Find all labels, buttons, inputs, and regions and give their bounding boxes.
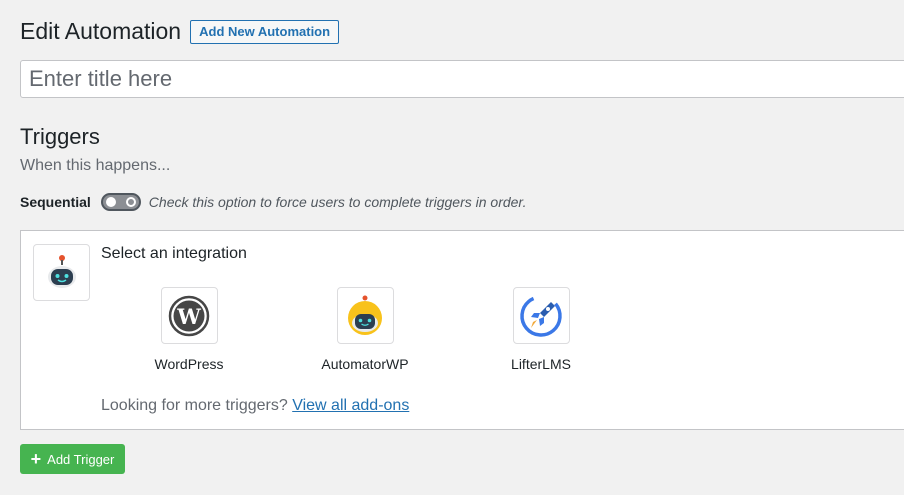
view-all-addons-link[interactable]: View all add-ons <box>292 397 409 414</box>
sequential-toggle[interactable] <box>100 193 141 211</box>
trigger-panel: Select an integration W WordPress Automa… <box>20 230 904 430</box>
integration-automatorwp[interactable]: AutomatorWP <box>300 287 430 372</box>
add-trigger-button[interactable]: + Add Trigger <box>20 444 125 474</box>
add-new-automation-button[interactable]: Add New Automation <box>190 19 340 44</box>
automatorwp-robot-icon <box>348 295 382 335</box>
robot-avatar-icon <box>33 244 90 301</box>
lifterlms-rocket-icon <box>520 294 562 337</box>
sequential-row: Sequential Check this option to force us… <box>20 193 526 211</box>
automation-title-input[interactable] <box>20 60 904 98</box>
integration-label: LifterLMS <box>511 356 571 372</box>
toggle-off-indicator-icon <box>125 197 136 207</box>
sequential-label: Sequential <box>20 194 91 210</box>
integration-wordpress[interactable]: W WordPress <box>124 287 254 372</box>
icon-box <box>512 287 570 344</box>
triggers-subtitle: When this happens... <box>20 157 171 174</box>
svg-text:W: W <box>176 304 201 329</box>
integration-label: WordPress <box>154 356 224 372</box>
integration-lifterlms[interactable]: LifterLMS <box>476 287 606 372</box>
wordpress-icon: W <box>168 295 210 336</box>
more-triggers-text: Looking for more triggers? <box>101 397 293 414</box>
integration-label: AutomatorWP <box>321 356 409 372</box>
page-header: Edit Automation Add New Automation <box>20 17 340 46</box>
sequential-description: Check this option to force users to comp… <box>148 194 527 210</box>
more-triggers-row: Looking for more triggers? View all add-… <box>101 397 409 415</box>
icon-box: W <box>160 287 218 344</box>
triggers-heading: Triggers <box>20 124 100 149</box>
select-integration-label: Select an integration <box>101 245 247 262</box>
page-title: Edit Automation <box>20 18 182 44</box>
toggle-knob <box>105 197 116 207</box>
plus-icon: + <box>30 449 42 469</box>
icon-box <box>336 287 394 344</box>
add-trigger-label: Add Trigger <box>47 451 115 467</box>
